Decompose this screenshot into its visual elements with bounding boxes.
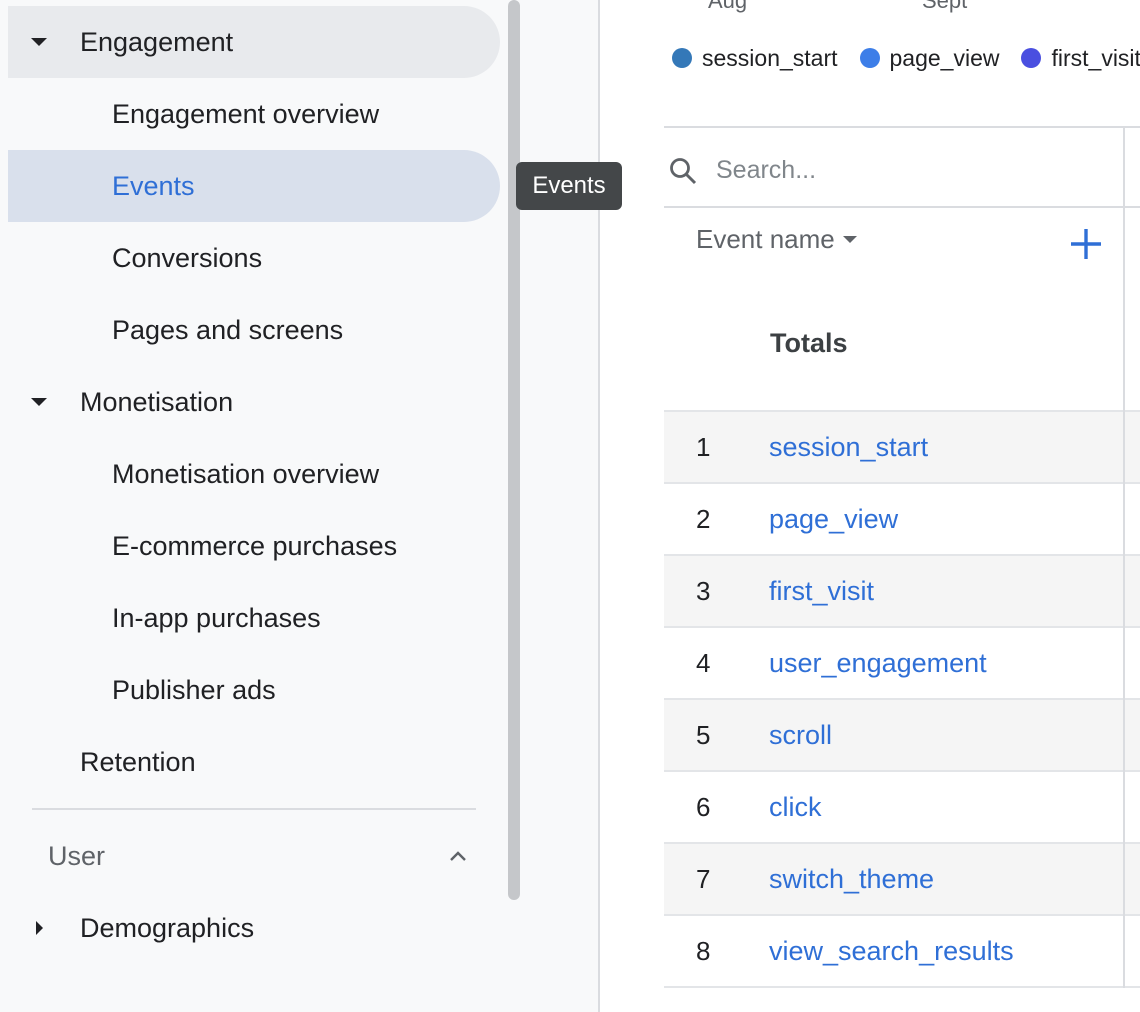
sidebar-item-events[interactable]: Events — [8, 150, 500, 222]
table-row: 1 session_start — [664, 410, 1140, 482]
event-link[interactable]: session_start — [769, 432, 928, 463]
sidebar-section-monetisation[interactable]: Monetisation — [8, 366, 500, 438]
table-row: 5 scroll — [664, 698, 1140, 770]
sidebar-divider — [32, 808, 476, 810]
add-dimension-icon[interactable] — [1066, 224, 1106, 264]
event-link[interactable]: switch_theme — [769, 864, 934, 895]
table-row: 7 switch_theme — [664, 842, 1140, 914]
sidebar-item-engagement-overview[interactable]: Engagement overview — [8, 78, 500, 150]
search-icon — [670, 158, 697, 185]
events-table: Event name Totals 1 session_start 2 page… — [664, 126, 1140, 988]
table-row: 8 view_search_results — [664, 914, 1140, 986]
legend-dot-icon — [1021, 48, 1042, 68]
chart-x-tick: Aug — [708, 0, 748, 13]
sidebar-section-engagement[interactable]: Engagement — [8, 6, 500, 78]
event-link[interactable]: user_engagement — [769, 648, 987, 679]
column-header-event-name[interactable]: Event name — [696, 224, 857, 255]
table-search-bar — [664, 128, 1140, 208]
legend-label: page_view — [889, 44, 1000, 71]
legend-dot-icon — [672, 48, 692, 68]
column-header-label: Event name — [696, 224, 835, 254]
sidebar-item-label: Publisher ads — [112, 674, 276, 705]
table-bottom-border — [664, 986, 1140, 988]
legend-label: first_visit — [1051, 44, 1140, 71]
sidebar-section-label: User — [48, 840, 106, 871]
legend-item[interactable]: page_view — [859, 44, 1000, 72]
sidebar-item-label: Conversions — [112, 242, 263, 273]
sidebar-item-label: Pages and screens — [112, 314, 344, 345]
search-input[interactable] — [716, 150, 1096, 190]
caret-down-icon — [30, 393, 48, 411]
chart-legend: session_start page_view first_visit — [672, 40, 1140, 76]
row-number: 3 — [696, 575, 711, 606]
table-body: 1 session_start 2 page_view 3 first_visi… — [664, 410, 1140, 988]
event-link[interactable]: first_visit — [769, 576, 874, 607]
sidebar-section-user[interactable]: User — [8, 820, 500, 892]
chart-x-tick: Sept — [922, 0, 968, 13]
row-number: 2 — [696, 503, 711, 534]
sidebar-item-publisher-ads[interactable]: Publisher ads — [8, 654, 500, 726]
chevron-up-icon[interactable] — [448, 846, 468, 866]
table-row: 4 user_engagement — [664, 626, 1140, 698]
sidebar-item-label: In-app purchases — [112, 602, 321, 633]
column-divider — [1123, 128, 1125, 988]
legend-item[interactable]: session_start — [672, 45, 838, 72]
sidebar-item-label: Monetisation overview — [112, 458, 380, 489]
legend-dot-icon — [859, 48, 880, 68]
row-number: 4 — [696, 647, 711, 678]
caret-right-icon — [30, 919, 48, 937]
dropdown-caret-icon — [842, 236, 857, 243]
sidebar-item-in-app-purchases[interactable]: In-app purchases — [8, 582, 500, 654]
sidebar-item-conversions[interactable]: Conversions — [8, 222, 500, 294]
sidebar-item-label: Engagement overview — [112, 98, 380, 129]
sidebar-item-label: Events — [112, 170, 195, 201]
row-number: 5 — [696, 719, 711, 750]
totals-label: Totals — [770, 328, 848, 358]
table-row: 3 first_visit — [664, 554, 1140, 626]
event-link[interactable]: click — [769, 792, 822, 823]
sidebar-section-label: Engagement — [80, 26, 234, 57]
sidebar-section-demographics[interactable]: Demographics — [8, 892, 500, 964]
sidebar-scrollbar[interactable] — [508, 0, 520, 900]
row-number: 1 — [696, 431, 711, 462]
table-row: 2 page_view — [664, 482, 1140, 554]
sidebar-item-label: E-commerce purchases — [112, 530, 398, 561]
row-number: 6 — [696, 791, 711, 822]
sidebar-nav: Engagement Engagement overview Events Co… — [0, 0, 600, 1012]
row-number: 8 — [696, 935, 711, 966]
event-link[interactable]: page_view — [769, 504, 898, 535]
legend-label: session_start — [702, 44, 838, 71]
legend-item[interactable]: first_visit — [1021, 45, 1140, 72]
event-link[interactable]: view_search_results — [769, 936, 1014, 967]
caret-down-icon — [30, 33, 48, 51]
row-number: 7 — [696, 863, 711, 894]
sidebar-item-pages-and-screens[interactable]: Pages and screens — [8, 294, 500, 366]
sidebar-item-ecommerce-purchases[interactable]: E-commerce purchases — [8, 510, 500, 582]
sidebar-item-monetisation-overview[interactable]: Monetisation overview — [8, 438, 500, 510]
sidebar-item-label: Retention — [80, 746, 196, 777]
event-link[interactable]: scroll — [769, 720, 832, 751]
sidebar-section-label: Monetisation — [80, 386, 234, 417]
sidebar-section-label: Demographics — [80, 912, 255, 943]
tooltip-text: Events — [532, 172, 606, 199]
table-row: 6 click — [664, 770, 1140, 842]
tooltip: Events — [516, 162, 622, 210]
sidebar-item-retention[interactable]: Retention — [8, 726, 500, 798]
